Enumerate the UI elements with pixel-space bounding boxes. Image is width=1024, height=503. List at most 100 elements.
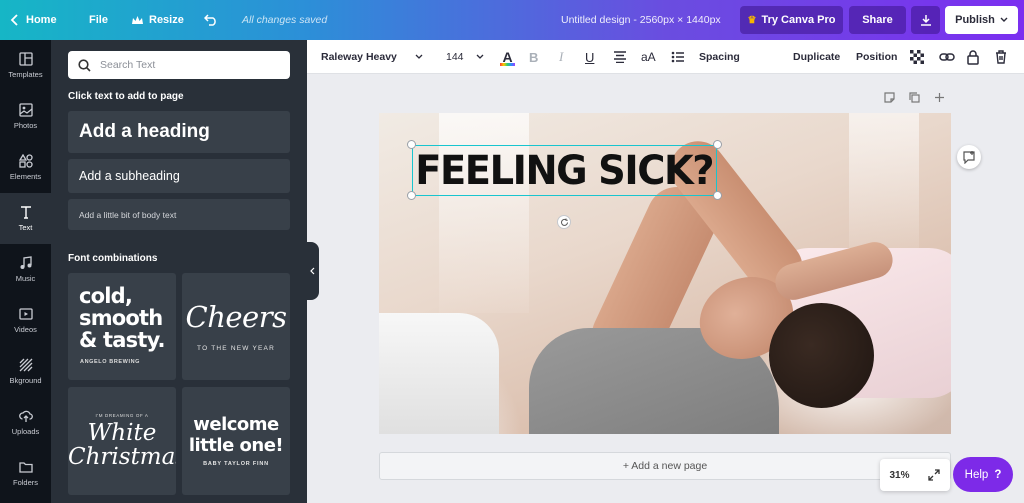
rail-label: Videos <box>14 325 37 334</box>
resize-handle[interactable] <box>713 191 722 200</box>
lock-button[interactable] <box>967 40 979 74</box>
font-combo-cold-smooth[interactable]: cold, smooth & tasty. ANGELO BREWING <box>68 273 176 380</box>
crown-icon <box>132 15 143 24</box>
publish-label: Publish <box>955 14 995 26</box>
rail-item-music[interactable]: Music <box>0 244 51 295</box>
window-light <box>439 113 529 313</box>
add-note-button[interactable] <box>884 92 895 106</box>
note-icon <box>884 92 895 103</box>
font-combo-welcome[interactable]: welcome little one! BABY TAYLOR FINN <box>182 387 290 495</box>
chevron-left-icon <box>10 14 18 26</box>
resize-button[interactable]: Resize <box>132 0 184 40</box>
bold-button[interactable]: B <box>529 40 538 74</box>
rail-label: Music <box>15 274 36 283</box>
transparency-icon <box>910 50 924 64</box>
zoom-control[interactable]: 31% <box>880 459 950 491</box>
add-new-page-button[interactable]: + Add a new page <box>379 452 951 480</box>
download-button[interactable] <box>911 6 940 34</box>
add-comment-button[interactable] <box>957 145 981 169</box>
rail-item-elements[interactable]: Elements <box>0 142 51 193</box>
combo-caption: TO THE NEW YEAR <box>197 345 275 352</box>
combo-line: Christmas <box>68 444 176 470</box>
home-button[interactable]: Home <box>10 0 57 40</box>
page-tools <box>884 92 945 106</box>
search-input[interactable] <box>100 59 280 71</box>
add-subheading-button[interactable]: Add a subheading <box>68 159 290 193</box>
combo-line: smooth <box>79 306 163 330</box>
background-icon <box>19 358 32 372</box>
rail-label: Photos <box>13 121 38 130</box>
add-heading-button[interactable]: Add a heading <box>68 111 290 153</box>
rail-item-videos[interactable]: Videos <box>0 295 51 346</box>
spacing-button[interactable]: Spacing <box>699 40 740 74</box>
text-case-button[interactable]: aA <box>641 40 656 74</box>
combo-caption: I'M DREAMING OF A <box>95 413 149 418</box>
font-family-dropdown[interactable]: Raleway Heavy <box>321 40 424 74</box>
font-family-value: Raleway Heavy <box>321 51 397 63</box>
position-button[interactable]: Position <box>856 40 897 74</box>
rail-item-background[interactable]: Bkground <box>0 346 51 397</box>
rail-item-uploads[interactable]: Uploads <box>0 397 51 448</box>
combo-line: White <box>87 420 157 446</box>
resize-handle[interactable] <box>407 140 416 149</box>
list-button[interactable] <box>671 40 685 74</box>
link-button[interactable] <box>939 40 955 74</box>
headline-text-box[interactable]: FEELING SICK? <box>412 145 717 196</box>
undo-button[interactable] <box>204 0 218 40</box>
templates-icon <box>18 52 33 66</box>
publish-button[interactable]: Publish <box>945 6 1018 34</box>
help-button[interactable]: Help ? <box>953 457 1013 492</box>
share-button[interactable]: Share <box>849 6 906 34</box>
font-combo-cheers[interactable]: Cheers TO THE NEW YEAR <box>182 273 290 380</box>
zoom-value[interactable]: 31% <box>889 470 909 481</box>
search-box[interactable] <box>68 51 290 79</box>
rail-item-photos[interactable]: Photos <box>0 91 51 142</box>
download-icon <box>920 15 931 26</box>
font-combinations-title: Font combinations <box>68 253 158 264</box>
italic-button[interactable]: I <box>559 40 563 74</box>
transparency-button[interactable] <box>910 40 924 74</box>
align-center-icon <box>614 51 626 63</box>
text-color-button[interactable]: A <box>500 40 515 74</box>
align-button[interactable] <box>613 40 627 74</box>
chevron-down-icon <box>415 54 423 59</box>
search-icon <box>78 58 91 72</box>
home-label: Home <box>26 14 57 26</box>
videos-icon <box>18 308 33 320</box>
rail-label: Text <box>18 223 33 232</box>
link-icon <box>939 53 955 61</box>
combo-line: little one! <box>188 435 284 456</box>
lock-icon <box>967 49 979 65</box>
file-menu[interactable]: File <box>89 0 108 40</box>
add-page-plus-button[interactable] <box>934 92 945 106</box>
combo-line: & tasty. <box>79 328 166 352</box>
underline-button[interactable]: U <box>585 40 594 74</box>
delete-button[interactable] <box>995 40 1007 74</box>
music-icon <box>20 256 32 269</box>
share-label: Share <box>862 14 893 26</box>
resize-handle[interactable] <box>407 191 416 200</box>
rotate-handle[interactable] <box>557 215 571 229</box>
rail-item-templates[interactable]: Templates <box>0 40 51 91</box>
resize-handle[interactable] <box>713 140 722 149</box>
text-icon <box>20 206 31 219</box>
add-body-text-button[interactable]: Add a little bit of body text <box>68 199 290 230</box>
font-combo-white-christmas[interactable]: I'M DREAMING OF A White Christmas <box>68 387 176 495</box>
font-size-dropdown[interactable]: 144 <box>446 40 485 74</box>
rail-label: Folders <box>12 478 38 487</box>
chevron-down-icon <box>1000 17 1008 22</box>
resize-label: Resize <box>149 14 184 26</box>
combo-line: cold, <box>79 284 133 308</box>
duplicate-button[interactable]: Duplicate <box>793 40 840 74</box>
file-label: File <box>89 14 108 26</box>
headline-text[interactable]: FEELING SICK? <box>416 148 715 194</box>
comment-icon <box>963 150 975 164</box>
design-title[interactable]: Untitled design - 2560px × 1440px <box>561 0 721 40</box>
bed-sheet <box>379 313 499 434</box>
rail-item-text[interactable]: Text <box>0 193 51 244</box>
collapse-panel-button[interactable] <box>306 242 319 300</box>
duplicate-page-button[interactable] <box>909 92 920 106</box>
help-label: Help <box>964 468 989 481</box>
try-pro-button[interactable]: ♛ Try Canva Pro <box>740 6 843 34</box>
rail-item-folders[interactable]: Folders <box>0 448 51 499</box>
